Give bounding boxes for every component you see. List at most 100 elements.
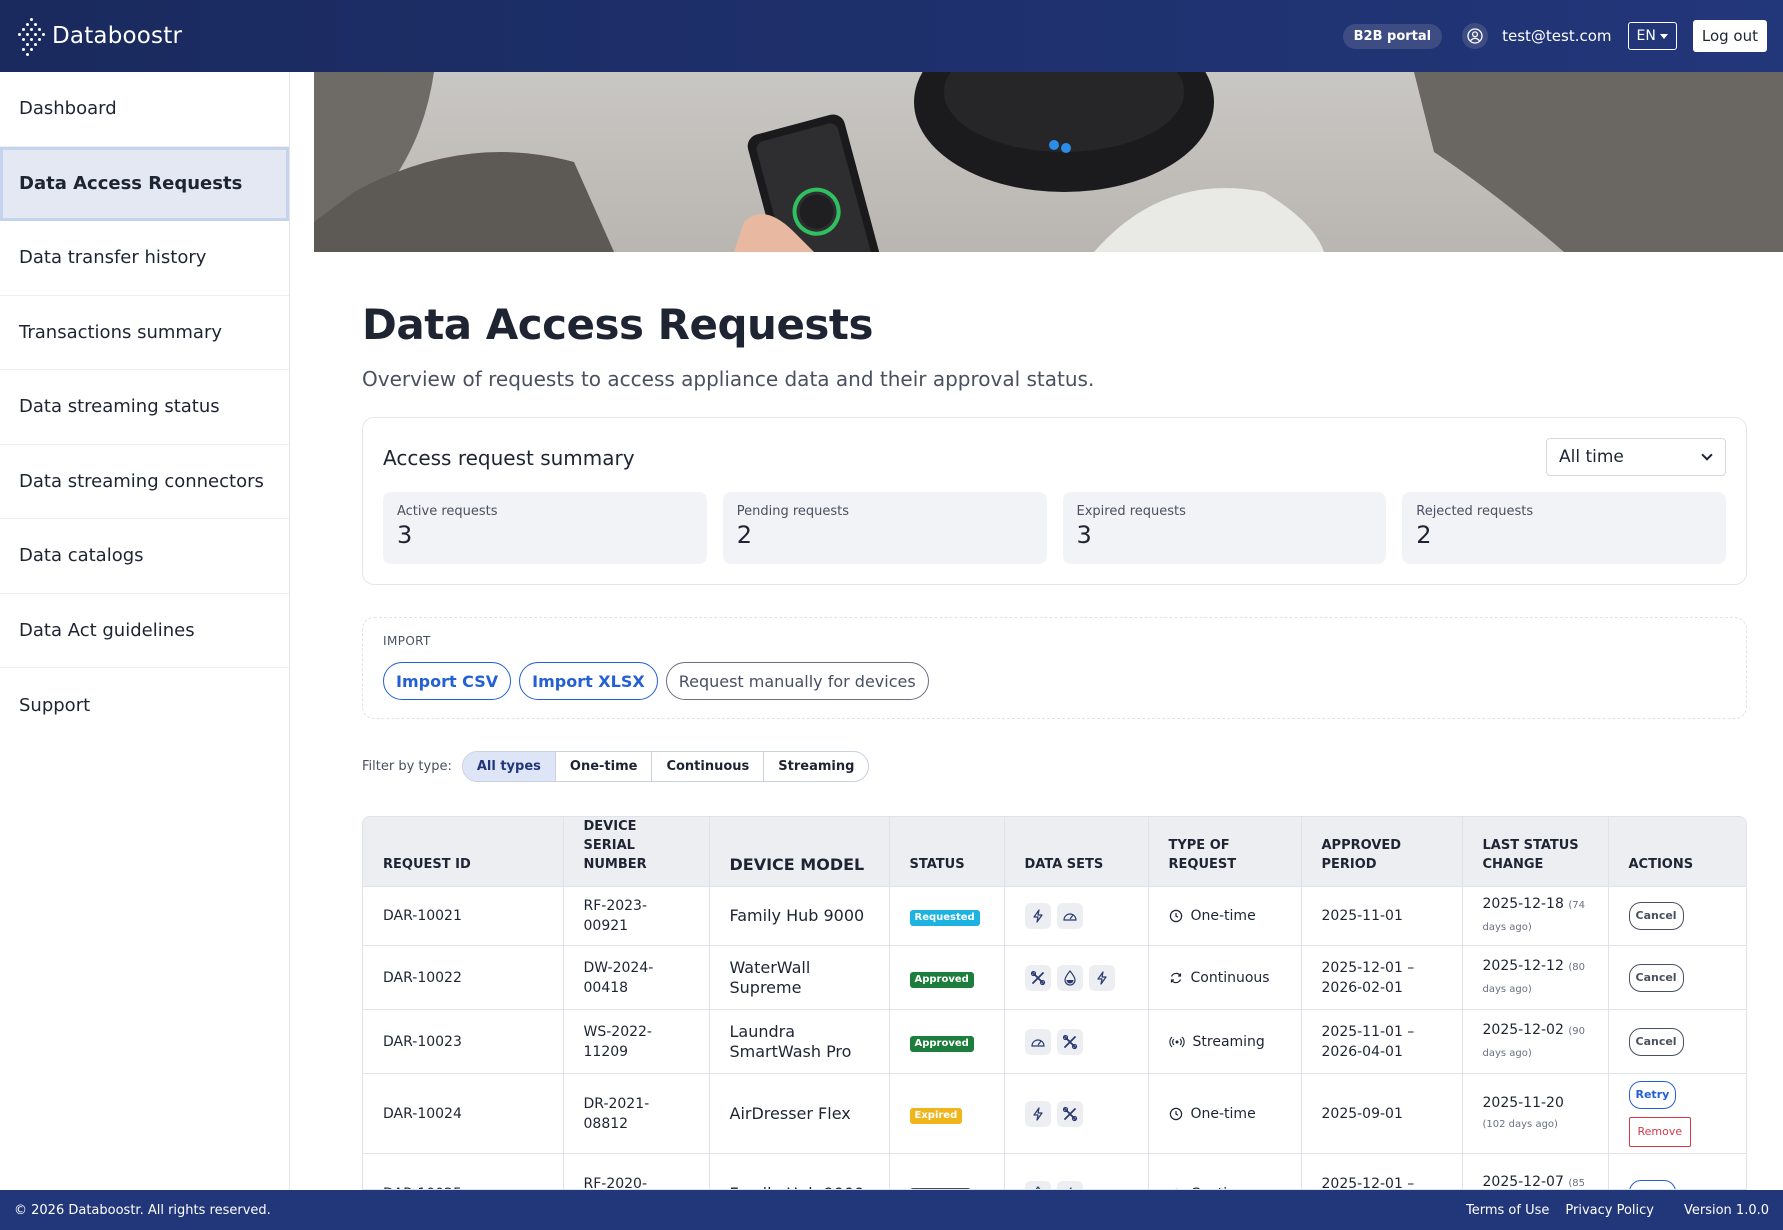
logout-button[interactable]: Log out: [1692, 20, 1767, 52]
actions-cell: Cancel: [1608, 1009, 1746, 1074]
last-status-change: 2025-12-02 (90 days ago): [1462, 1009, 1609, 1074]
type-cell: Continuous: [1148, 1153, 1302, 1189]
cancel-button[interactable]: Cancel: [1628, 902, 1684, 930]
privacy-link[interactable]: Privacy Policy: [1565, 1203, 1654, 1218]
import-csv-button[interactable]: Import CSV: [383, 662, 512, 700]
device-model: Family Hub 9000: [709, 886, 890, 946]
last-change-date: 2025-11-20: [1482, 1094, 1564, 1111]
request-id[interactable]: DAR-10022: [363, 945, 564, 1010]
status-cell: Expired: [889, 1073, 1005, 1154]
table-row[interactable]: DAR-10021 RF-2023-00921 Family Hub 9000 Req…: [363, 886, 1746, 946]
device-model: AirDresser Flex: [709, 1073, 890, 1154]
version-label: Version 1.0.0: [1683, 1202, 1769, 1218]
column-header-last-change[interactable]: LAST STATUS CHANGE: [1462, 817, 1609, 887]
hero-image: [314, 72, 1783, 252]
stat-value: 3: [1076, 521, 1092, 549]
column-header-model[interactable]: DEVICE MODEL: [709, 817, 890, 887]
sidebar-item-label: Data transfer history: [19, 247, 207, 269]
gauge-icon: [1056, 903, 1083, 929]
request-id[interactable]: DAR-10025: [363, 1153, 564, 1189]
bolt-icon: [1024, 1100, 1051, 1127]
top-bar: Databoostr B2B portal test@test.com EN L…: [0, 0, 1783, 72]
sidebar-item-label: Transactions summary: [19, 321, 223, 343]
language-select[interactable]: EN: [1627, 22, 1677, 50]
user-icon[interactable]: [1462, 23, 1489, 49]
period-select[interactable]: All time: [1546, 438, 1726, 476]
sidebar-item-data-access-requests[interactable]: Data Access Requests: [0, 146, 289, 221]
terms-link[interactable]: Terms of Use: [1466, 1203, 1549, 1218]
sidebar-item-transactions-summary[interactable]: Transactions summary: [0, 296, 289, 370]
cancel-button[interactable]: Cancel: [1628, 963, 1684, 992]
last-status-change: 2025-11-20 (102 days ago): [1462, 1073, 1609, 1154]
cancel-button[interactable]: Cancel: [1628, 1027, 1684, 1056]
serial-number: RF-2020-00681: [563, 1153, 710, 1189]
import-section: IMPORT Import CSV Import XLSX Request ma…: [362, 617, 1747, 719]
caret-down-icon: [1659, 33, 1668, 39]
sidebar-item-data-streaming-connectors[interactable]: Data streaming connectors: [0, 445, 289, 519]
column-header-type[interactable]: TYPE OF REQUEST: [1148, 817, 1302, 887]
footer: © 2026 Databoostr. All rights reserved. …: [0, 1190, 1783, 1230]
sidebar-item-data-catalogs[interactable]: Data catalogs: [0, 519, 289, 594]
filter-label: Filter by type:: [362, 759, 452, 774]
requests-table: REQUEST ID DEVICE SERIAL NUMBER DEVICE M…: [362, 816, 1747, 1190]
table-row[interactable]: DAR-10024 DR-2021-08812 AirDresser Flex Exp…: [363, 1073, 1746, 1154]
sidebar-item-data-act-guidelines[interactable]: Data Act guidelines: [0, 594, 289, 668]
last-change-date: 2025-12-18: [1482, 896, 1564, 912]
import-xlsx-button[interactable]: Import XLSX: [519, 662, 658, 700]
device-model: Family Hub 9000: [709, 1153, 890, 1189]
copyright: © 2026 Databoostr. All rights reserved.: [14, 1202, 271, 1218]
table-row[interactable]: DAR-10023 WS-2022-11209 Laundra SmartWash …: [363, 1009, 1746, 1074]
sidebar-item-dashboard[interactable]: Dashboard: [0, 72, 289, 147]
sidebar-item-data-streaming-status[interactable]: Data streaming status: [0, 370, 289, 445]
serial-number: WS-2022-11209: [563, 1009, 710, 1074]
logo-icon: [18, 16, 45, 56]
request-manually-button[interactable]: Request manually for devices: [665, 662, 929, 700]
stat-card-pending: Pending requests 2: [722, 492, 1047, 564]
last-status-change: 2025-12-18 (74 days ago): [1462, 886, 1609, 946]
page-subtitle: Overview of requests to access appliance…: [362, 367, 1095, 391]
type-cell: One-time: [1148, 1073, 1302, 1154]
approved-period: 2025-12-01 – 2026-01-31: [1301, 1153, 1463, 1189]
datasets-cell: [1004, 1153, 1149, 1189]
retry-button[interactable]: Retry: [1628, 1080, 1677, 1109]
table-row[interactable]: DAR-10022 DW-2024-00418 WaterWall Supreme A…: [363, 945, 1746, 1010]
status-cell: Approved: [889, 1009, 1005, 1074]
stat-label: Expired requests: [1076, 504, 1186, 519]
filter-continuous[interactable]: Continuous: [651, 752, 763, 781]
column-header-datasets[interactable]: DATA SETS: [1004, 817, 1149, 887]
actions-cell: Retry: [1608, 1153, 1746, 1189]
retry-button[interactable]: Retry: [1628, 1179, 1677, 1189]
table-row[interactable]: DAR-10025RF-2020-00681Family Hub 9000Can…: [363, 1153, 1746, 1189]
remove-button[interactable]: Remove: [1628, 1116, 1692, 1147]
filter-all-types[interactable]: All types: [462, 752, 555, 781]
sidebar-item-label: Data Act guidelines: [19, 619, 195, 641]
datasets-cell: [1004, 1009, 1149, 1074]
request-id[interactable]: DAR-10024: [363, 1073, 564, 1154]
stat-value: 2: [736, 521, 753, 549]
request-type: One-time: [1190, 1105, 1256, 1122]
filter-one-time[interactable]: One-time: [554, 752, 652, 781]
request-id[interactable]: DAR-10023: [363, 1009, 564, 1074]
summary-title: Access request summary: [383, 446, 635, 470]
brand-name: Databoostr: [52, 23, 183, 49]
sidebar-item-label: Dashboard: [19, 98, 117, 120]
approved-period: 2025-11-01: [1301, 886, 1463, 946]
request-id[interactable]: DAR-10021: [363, 886, 564, 946]
filter-streaming[interactable]: Streaming: [763, 752, 868, 781]
brand-logo[interactable]: Databoostr: [18, 16, 182, 56]
user-email[interactable]: test@test.com: [1502, 27, 1611, 45]
datasets-cell: [1004, 945, 1149, 1010]
request-type: Continuous: [1190, 969, 1270, 986]
table-header-row: REQUEST ID DEVICE SERIAL NUMBER DEVICE M…: [363, 817, 1746, 887]
sidebar-item-data-transfer-history[interactable]: Data transfer history: [0, 221, 289, 296]
device-model: Laundra SmartWash Pro: [709, 1009, 890, 1074]
serial-number: RF-2023-00921: [563, 886, 710, 946]
drop-icon: [1024, 1180, 1051, 1189]
column-header-request-id[interactable]: REQUEST ID: [363, 817, 564, 887]
status-cell: Canceled: [889, 1153, 1005, 1189]
column-header-serial[interactable]: DEVICE SERIAL NUMBER: [563, 817, 710, 887]
column-header-period[interactable]: APPROVED PERIOD: [1301, 817, 1463, 887]
column-header-actions: ACTIONS: [1608, 817, 1746, 887]
column-header-status[interactable]: STATUS: [889, 817, 1005, 887]
sidebar-item-support[interactable]: Support: [0, 668, 289, 743]
